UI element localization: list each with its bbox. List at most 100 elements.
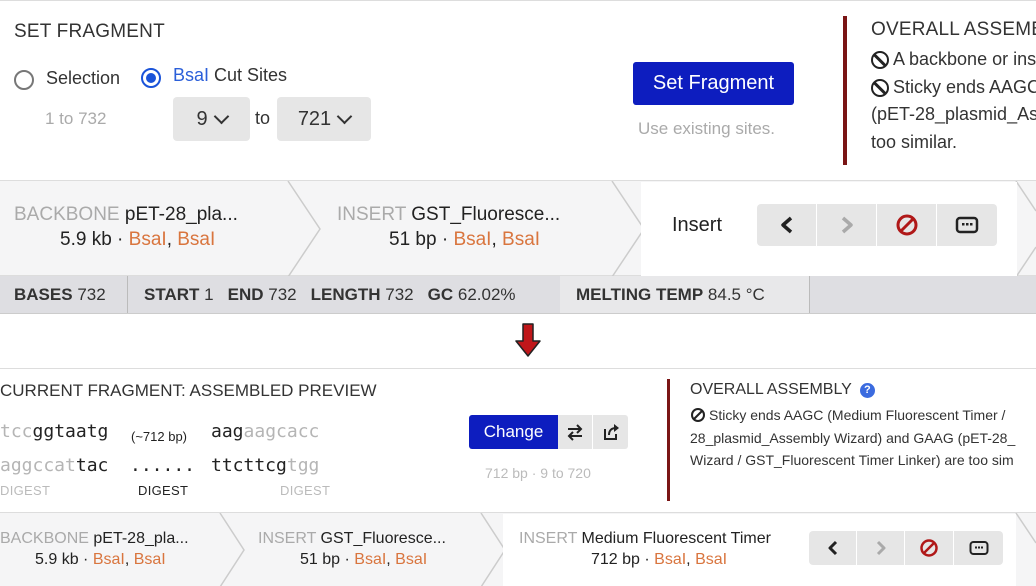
chevron-down-icon (213, 108, 229, 124)
assembly-bottom-line-1: Sticky ends AAGC (Medium Fluorescent Tim… (709, 407, 1006, 423)
chevron-divider-4 (1015, 246, 1036, 277)
assembly-bottom-line-2: 28_plasmid_Assembly Wizard) and GAAG (pE… (690, 430, 1016, 446)
assembled-preview-panel: CURRENT FRAGMENT: ASSEMBLED PREVIEW tccg… (0, 368, 1036, 512)
backbone-bottom-title[interactable]: BACKBONE pET-28_pla... (0, 530, 189, 548)
selection-radio[interactable] (14, 70, 34, 90)
insert-size: 51 bp (389, 229, 437, 250)
assembly-divider-bottom (667, 379, 670, 501)
remove-button[interactable] (877, 204, 937, 246)
assembly-warning-2-end: too similar. (871, 132, 958, 152)
remove-button-bottom[interactable] (905, 531, 954, 565)
end-label: END (227, 284, 264, 304)
bases-value: 732 (77, 284, 106, 304)
start-label: START (144, 284, 200, 304)
move-left-button-bottom[interactable] (809, 531, 857, 565)
left-top-sequence: tccggtaatg (0, 421, 109, 442)
help-icon[interactable]: ? (859, 382, 875, 398)
insert1-bottom-title[interactable]: INSERT GST_Fluoresce... (258, 530, 446, 548)
overall-assembly-bottom-header: OVERALL ASSEMBLY ? (690, 381, 875, 399)
end-site-select[interactable]: 721 (277, 97, 371, 141)
right-bottom-sequence: ttcttcgtgg (211, 455, 320, 476)
assembly-bottom-line-3: Wizard / GST_Fluorescent Timer Linker) a… (690, 452, 1014, 468)
insert-enzyme-1[interactable]: BsaI (453, 229, 491, 250)
ban-icon (691, 408, 705, 422)
bsai-cut-sites-radio[interactable] (141, 68, 161, 88)
range-hint: 1 to 732 (45, 109, 107, 128)
chevron-divider-3 (1015, 181, 1036, 212)
insert-enzyme-2[interactable]: BsaI (502, 229, 540, 250)
overall-assembly-top: OVERALL ASSEMBLY A backbone or insert St… (871, 19, 1036, 169)
tm-value: 84.5 °C (707, 284, 765, 304)
edit-button-bottom[interactable] (954, 531, 1003, 565)
move-right-button[interactable] (817, 204, 877, 246)
chevron-right-icon (841, 216, 853, 234)
chevron-left-icon (780, 216, 792, 234)
chevron-right-icon (876, 540, 885, 556)
digest-left: DIGEST (0, 483, 51, 498)
right-top-sequence: aagaagcacc (211, 421, 320, 442)
swap-button[interactable] (558, 415, 593, 449)
bases-stat: BASES 732 (0, 276, 128, 313)
backbone-size: 5.9 kb (60, 229, 112, 250)
to-label: to (255, 108, 271, 128)
end-site-value: 721 (297, 107, 332, 130)
chevron-divider-2 (611, 181, 645, 277)
insert-toolbar-top (757, 204, 997, 246)
backbone-bottom-info: 5.9 kb · BsaI, BsaI (35, 551, 166, 568)
insert-segment-title[interactable]: INSERT GST_Fluoresce... (337, 204, 560, 226)
assembly-warning-1-text: A backbone or insert (893, 49, 1036, 69)
move-right-button-bottom[interactable] (857, 531, 905, 565)
ban-icon (871, 50, 889, 69)
insert2-bottom-info: 712 bp · BsaI, BsaI (591, 551, 728, 568)
export-button[interactable] (593, 415, 628, 449)
set-fragment-button[interactable]: Set Fragment (633, 62, 794, 105)
backbone-enzyme-2[interactable]: BsaI (177, 229, 215, 250)
sequence-stats-bar: BASES 732 START 1 END 732 LENGTH 732 GC … (0, 276, 1036, 314)
arrow-down-icon (515, 323, 541, 357)
backbone-segment-info: 5.9 kb · BsaI, BsaI (60, 229, 216, 250)
start-site-select[interactable]: 9 (173, 97, 250, 141)
length-value: 732 (385, 284, 414, 304)
end-value: 732 (268, 284, 297, 304)
insert-label: INSERT (337, 204, 406, 225)
assembly-divider (843, 16, 847, 165)
set-fragment-panel: SET FRAGMENT Selection BsaI Cut Sites 1 … (0, 0, 1036, 180)
active-insert-label: Insert (672, 214, 723, 236)
keyboard-icon (955, 216, 979, 234)
move-left-button[interactable] (757, 204, 817, 246)
share-icon (603, 424, 619, 440)
ban-icon (896, 214, 917, 236)
backbone-enzyme-1[interactable]: BsaI (129, 229, 167, 250)
change-button[interactable]: Change (469, 415, 558, 449)
chevron-left-icon (828, 540, 837, 556)
assembly-warning-2-text: Sticky ends AAGC (893, 77, 1036, 97)
overall-assembly-title: OVERALL ASSEMBLY (871, 19, 1036, 40)
insert-toolbar-bottom (809, 531, 1003, 565)
digest-right: DIGEST (280, 483, 331, 498)
assembly-bottom-warning: Sticky ends AAGC (Medium Fluorescent Tim… (690, 407, 1005, 423)
swap-arrows-icon (567, 424, 583, 441)
insert2-bottom-title[interactable]: INSERT Medium Fluorescent Timer (519, 530, 771, 548)
ban-icon (871, 78, 889, 97)
middle-size: (~712 bp) (131, 429, 188, 444)
gc-label: GC (427, 284, 454, 304)
selection-stats: START 1 END 732 LENGTH 732 GC 62.02% (128, 276, 560, 313)
tm-label: MELTING TEMP (576, 284, 704, 304)
melting-temp-stat: MELTING TEMP 84.5 °C (560, 276, 810, 313)
cut-sites-text: Cut Sites (209, 65, 288, 85)
preview-title: CURRENT FRAGMENT: ASSEMBLED PREVIEW (0, 381, 377, 400)
keyboard-icon (969, 541, 988, 555)
digest-middle: DIGEST (138, 483, 189, 498)
chevron-divider-1 (287, 181, 321, 277)
chevron-down-icon (336, 108, 353, 124)
selection-radio-label[interactable]: Selection (46, 68, 120, 89)
insert-segment-info: 51 bp · BsaI, BsaI (389, 229, 541, 250)
edit-button[interactable] (937, 204, 997, 246)
backbone-segment-title[interactable]: BACKBONE pET-28_pla... (14, 204, 238, 226)
left-bottom-sequence: aggccattac (0, 455, 109, 476)
overall-assembly-bottom-title: OVERALL ASSEMBLY (690, 381, 852, 398)
bsai-enzyme-link[interactable]: BsaI (173, 65, 209, 85)
assembly-warning-2-cont: (pET-28_plasmid_Assembly (871, 104, 1036, 124)
bsai-cut-sites-label[interactable]: BsaI Cut Sites (173, 65, 287, 86)
assembly-warning-2: Sticky ends AAGC (871, 77, 1036, 98)
